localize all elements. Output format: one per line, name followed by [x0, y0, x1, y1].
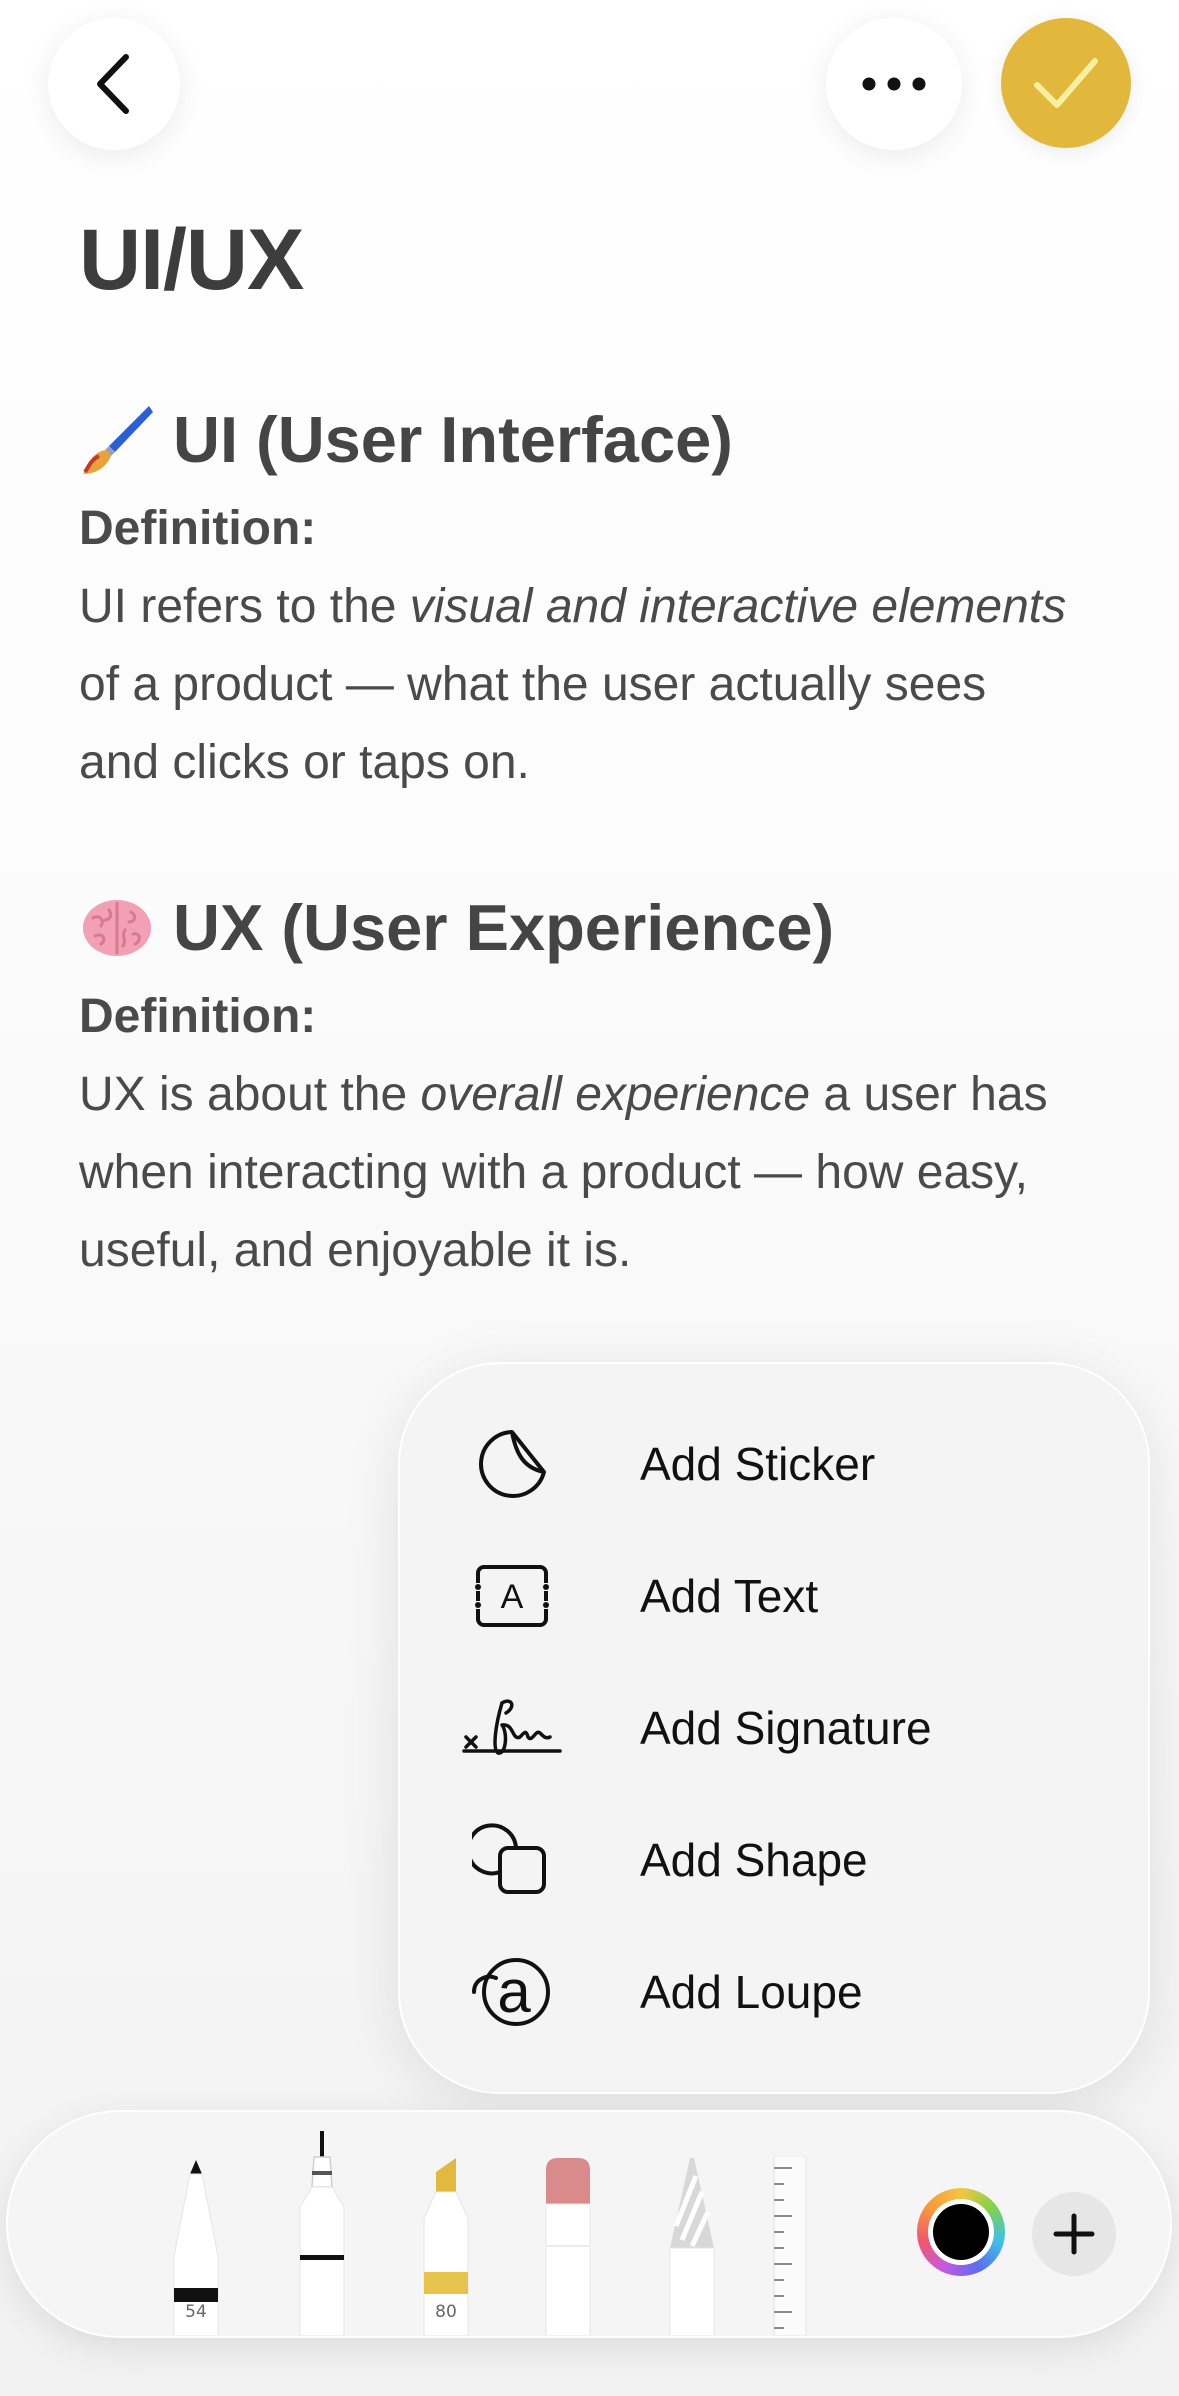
menu-item-label: Add Signature [640, 1702, 932, 1754]
add-markup-button[interactable] [1032, 2192, 1116, 2276]
section-heading-text: UX (User Experience) [173, 891, 835, 964]
section-heading: UI (User Interface) [79, 390, 1079, 490]
paintbrush-icon [79, 402, 155, 478]
svg-text:A: A [501, 1578, 524, 1616]
checkmark-icon [1034, 58, 1098, 108]
pencil-icon [669, 2158, 715, 2336]
marker-size-label: 80 [435, 2302, 457, 2322]
menu-item-label: Add Text [640, 1570, 819, 1622]
fineliner-tool[interactable] [292, 2131, 352, 2336]
menu-item-add-signature[interactable]: Add Signature [400, 1662, 1148, 1794]
sticker-icon [462, 1414, 562, 1514]
color-picker-button[interactable] [917, 2188, 1005, 2276]
definition-text: UX is about the overall experience a use… [79, 1068, 1048, 1277]
eraser-icon [545, 2158, 591, 2336]
menu-item-add-sticker[interactable]: Add Sticker [400, 1398, 1148, 1530]
eraser-tool[interactable] [538, 2156, 598, 2336]
markup-tool-palette: 54 80 [8, 2112, 1170, 2336]
pencil-tool[interactable] [662, 2156, 722, 2336]
note-title: UI/UX [79, 212, 304, 308]
color-picker-ring [928, 2199, 994, 2265]
fineliner-icon [299, 2131, 345, 2336]
chevron-left-icon [97, 54, 129, 114]
ruler-tool[interactable] [770, 2155, 810, 2336]
menu-item-add-shape[interactable]: Add Shape [400, 1794, 1148, 1926]
marker-tool[interactable]: 80 [416, 2156, 476, 2336]
note-content[interactable]: UI/UX UI (User Interface) Definition: UI… [79, 200, 1099, 1277]
ruler-icon [773, 2155, 807, 2336]
menu-item-add-text[interactable]: A Add Text [400, 1530, 1148, 1662]
section-heading-text: UI (User Interface) [173, 403, 733, 476]
brain-icon [79, 890, 155, 966]
loupe-icon: a [462, 1942, 562, 2042]
signature-icon [462, 1678, 562, 1778]
more-button[interactable] [826, 18, 962, 150]
shapes-icon [462, 1810, 562, 1910]
pen-size-label: 54 [185, 2302, 207, 2322]
section-ui: UI (User Interface) Definition: UI refer… [79, 390, 1079, 802]
menu-item-label: Add Sticker [640, 1438, 876, 1490]
add-menu: Add Sticker A Add Text Add Signature Add… [400, 1364, 1148, 2092]
text-box-icon: A [462, 1546, 562, 1646]
section-heading: UX (User Experience) [79, 878, 1079, 978]
menu-item-label: Add Loupe [640, 1966, 863, 2018]
menu-item-label: Add Shape [640, 1834, 868, 1886]
plus-icon [1053, 2213, 1095, 2255]
section-ux: UX (User Experience) Definition: UX is a… [79, 878, 1079, 1290]
done-button[interactable] [1001, 18, 1131, 148]
menu-item-add-loupe[interactable]: a Add Loupe [400, 1926, 1148, 2058]
definition-label: Definition: [79, 502, 317, 555]
definition-label: Definition: [79, 990, 317, 1043]
pen-tool[interactable]: 54 [166, 2156, 226, 2336]
svg-text:a: a [497, 1958, 531, 2025]
selected-color-swatch [933, 2204, 989, 2260]
ellipsis-icon [862, 77, 926, 91]
definition-text: UI refers to the visual and interactive … [79, 580, 1067, 789]
back-button[interactable] [48, 18, 180, 150]
